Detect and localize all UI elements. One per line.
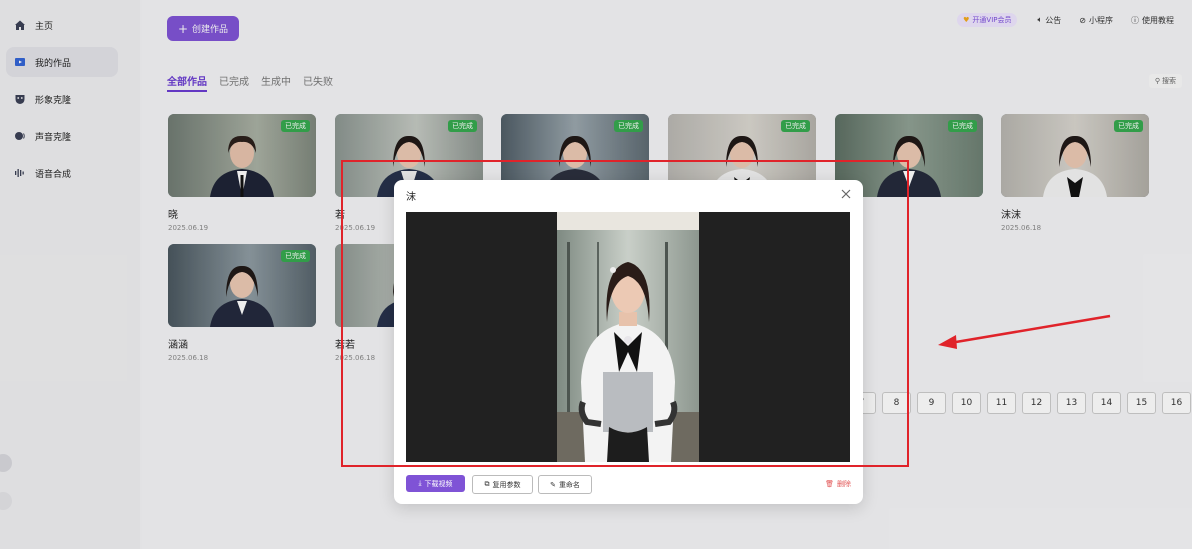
download-icon: ⤓ <box>418 479 422 487</box>
delete-button[interactable]: 🗑︎ 删除 <box>825 475 851 492</box>
reuse-params-button[interactable]: ⧉ 复用参数 <box>472 475 533 494</box>
copy-icon: ⧉ <box>484 480 490 488</box>
download-video-button[interactable]: ⤓ 下载视频 <box>406 475 465 492</box>
annotation-arrow <box>938 314 1111 349</box>
trash-icon: 🗑︎ <box>825 479 834 488</box>
edit-icon: ✎ <box>550 480 556 489</box>
annotation-highlight-box <box>341 160 909 467</box>
rename-button[interactable]: ✎ 重命名 <box>538 475 592 494</box>
